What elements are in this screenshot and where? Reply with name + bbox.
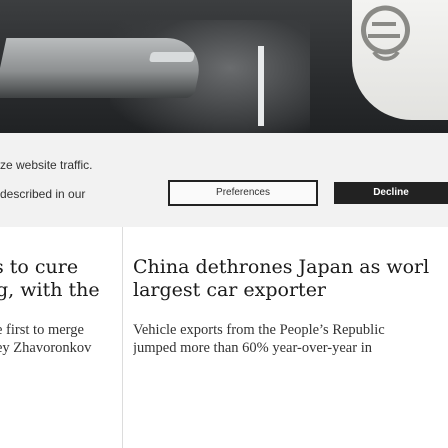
story-summary: Vehicle exports from the People’s Republ… — [133, 322, 385, 338]
consent-text-line: ze website traffic. — [0, 158, 93, 172]
story-headline[interactable]: s to cure — [0, 256, 78, 278]
story-headline[interactable]: largest car exporter — [133, 279, 326, 301]
column-divider — [122, 227, 123, 448]
hero-image — [0, 0, 448, 133]
story-summary: ey Zhavoronkov — [0, 340, 92, 356]
consent-text-line: described in our — [0, 187, 86, 201]
story-headline[interactable]: China dethrones Japan as worl — [133, 256, 429, 278]
car-silhouette — [0, 38, 207, 98]
cookie-consent-banner: ze website traffic. described in our Pre… — [0, 133, 448, 227]
story-summary: jumped more than 60% year-over-year in — [133, 340, 372, 356]
main-story[interactable]: China dethrones Japan as worl largest ca… — [133, 227, 448, 448]
brand-emblem-icon — [352, 0, 448, 120]
car-headlight — [148, 52, 196, 62]
decline-button[interactable]: Decline — [334, 182, 448, 204]
story-summary: e first to merge — [0, 322, 84, 338]
article-feed: s to cure g, with the e first to merge e… — [0, 227, 448, 448]
hero-pole — [258, 46, 264, 126]
preferences-button[interactable]: Preferences — [168, 180, 318, 206]
story-headline[interactable]: g, with the — [0, 279, 100, 301]
left-story[interactable]: s to cure g, with the e first to merge e… — [0, 227, 116, 448]
